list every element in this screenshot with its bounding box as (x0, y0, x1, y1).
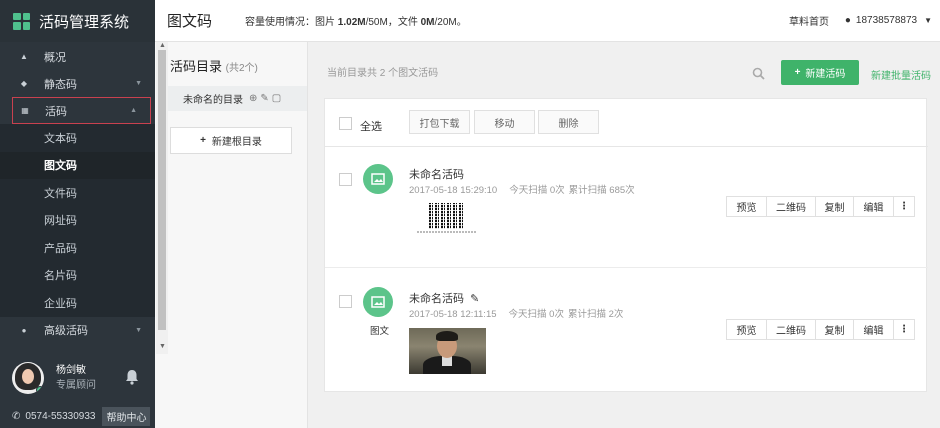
preview-button[interactable]: 预览 (727, 320, 767, 339)
code-name[interactable]: 未命名活码 (409, 166, 464, 182)
plus-icon: + (200, 135, 206, 146)
layers-icon: ◆ (20, 79, 28, 88)
sidebar-sub-card-code[interactable]: 名片码 (0, 261, 155, 289)
more-icon[interactable]: ⋮ (894, 320, 914, 339)
scroll-up-icon[interactable]: ▲ (159, 42, 166, 49)
list-item[interactable]: 未命名活码 2017-05-18 15:29:10 今天扫描 0次 累计扫描 685… (325, 147, 928, 268)
brand[interactable]: 活码管理系统 (0, 0, 155, 42)
home-link[interactable]: 草料首页 (789, 13, 829, 28)
preview-button[interactable]: 预览 (727, 197, 767, 216)
new-code-button[interactable]: + 新建活码 (781, 60, 859, 85)
code-meta: 2017-05-18 12:11:15 今天扫描 0次 累计扫描 2次 (409, 309, 624, 320)
qr-caption (417, 231, 477, 233)
image-text-icon (363, 164, 393, 194)
qr-code-button[interactable]: 二维码 (767, 197, 816, 216)
support-phone: ✆ 0574-55330933 帮助中心 (0, 404, 155, 428)
more-icon[interactable]: ⋮ (894, 197, 914, 216)
sidebar: 活码管理系统 ▲ 概况 ◆ 静态码 ▼ ▦ 活码 ▲ 文本码 图文码 文件码 网… (0, 0, 155, 428)
select-all-label[interactable]: 全选 (360, 118, 382, 134)
directory-title: 活码目录 (共2个) (170, 59, 258, 74)
scrollbar-thumb[interactable] (158, 50, 166, 330)
chevron-up-icon: ▲ (130, 107, 137, 114)
pencil-icon[interactable]: ✎ (470, 293, 479, 305)
edit-button[interactable]: 编辑 (854, 320, 894, 339)
sidebar-item-advanced-code[interactable]: ● 高级活码 ▼ (0, 317, 155, 344)
scroll-down-icon[interactable]: ▼ (159, 343, 166, 350)
trash-icon[interactable]: ▢ (272, 93, 284, 104)
directory-item[interactable]: 未命名的目录 ⊕✎▢ (168, 86, 307, 111)
app-title: 活码管理系统 (39, 13, 130, 31)
help-center-button[interactable]: 帮助中心 (102, 406, 151, 426)
row-checkbox[interactable] (339, 295, 352, 308)
select-all-checkbox[interactable] (339, 117, 352, 130)
download-package-button[interactable]: 打包下载 (409, 110, 470, 134)
new-batch-code-link[interactable]: 新建批量活码 (871, 67, 931, 82)
copy-button[interactable]: 复制 (816, 197, 854, 216)
user-icon: ● (844, 15, 851, 26)
edit-button[interactable]: 编辑 (854, 197, 894, 216)
sidebar-item-live-code[interactable]: ▦ 活码 ▲ (12, 97, 151, 124)
bell-icon[interactable] (125, 369, 139, 385)
row-checkbox[interactable] (339, 173, 352, 186)
qr-code-thumbnail[interactable] (429, 203, 465, 229)
phone-icon: ✆ (12, 410, 21, 422)
row-actions: 预览 二维码 复制 编辑 ⋮ (726, 196, 915, 217)
cube-icon: ● (21, 325, 27, 335)
code-meta: 2017-05-18 15:29:10 今天扫描 0次 累计扫描 685次 (409, 185, 635, 196)
code-type-label: 图文 (370, 326, 390, 337)
app-logo-icon (13, 12, 30, 30)
sidebar-item-overview[interactable]: ▲ 概况 (0, 43, 155, 70)
sidebar-sub-url-code[interactable]: 网址码 (0, 206, 155, 234)
grid-icon: ▦ (21, 106, 29, 115)
qr-code-button[interactable]: 二维码 (767, 320, 816, 339)
chevron-down-icon: ▼ (135, 326, 142, 334)
directory-summary: 当前目录共 2 个图文活码 (327, 68, 439, 79)
chevron-down-icon: ▼ (135, 80, 142, 87)
code-list: 全选 打包下载 移动 删除 未命名活码 2017-05-18 15:29:10 今… (324, 98, 928, 392)
home-icon: ▲ (20, 52, 28, 61)
avatar[interactable] (12, 362, 44, 394)
copy-button[interactable]: 复制 (816, 320, 854, 339)
list-item[interactable]: 图文 未命名活码 ✎ 2017-05-18 12:11:15 今天扫描 0次 累计扫… (325, 269, 928, 391)
search-icon[interactable] (752, 67, 765, 80)
sidebar-sub-image-text-code[interactable]: 图文码 (0, 151, 155, 179)
row-actions: 预览 二维码 复制 编辑 ⋮ (726, 319, 915, 340)
move-button[interactable]: 移动 (474, 110, 535, 134)
top-bar: 图文码 容量使用情况：图片 1.02M/50M，文件 0M/20M。 草料首页 … (155, 0, 940, 42)
directory-scrollbar[interactable]: ▲ ▼ (156, 42, 168, 354)
cover-photo[interactable] (409, 328, 486, 374)
user-panel: 杨剑敏 专属顾问 (0, 352, 155, 404)
image-text-icon (363, 287, 393, 317)
sidebar-sub-product-code[interactable]: 产品码 (0, 234, 155, 262)
user-name: 杨剑敏 (56, 365, 86, 376)
edit-icon[interactable]: ✎ (260, 93, 271, 104)
new-root-directory-button[interactable]: + 新建根目录 (170, 127, 292, 154)
page-title: 图文码 (167, 13, 213, 30)
online-status-icon (36, 386, 44, 394)
sidebar-sub-file-code[interactable]: 文件码 (0, 179, 155, 207)
phone-number: 0574-55330933 (25, 410, 96, 422)
sidebar-sub-company-code[interactable]: 企业码 (0, 289, 155, 317)
delete-button[interactable]: 删除 (538, 110, 599, 134)
code-name[interactable]: 未命名活码 ✎ (409, 290, 479, 306)
caret-down-icon: ▼ (924, 16, 932, 25)
sidebar-sub-text-code[interactable]: 文本码 (0, 124, 155, 152)
user-role: 专属顾问 (56, 380, 96, 391)
sidebar-item-static-code[interactable]: ◆ 静态码 ▼ (0, 70, 155, 97)
add-icon[interactable]: ⊕ (249, 93, 260, 104)
list-toolbar: 全选 打包下载 移动 删除 (325, 99, 928, 147)
plus-icon: + (794, 67, 801, 78)
quota-info: 容量使用情况：图片 1.02M/50M，文件 0M/20M。 (245, 17, 467, 28)
account-menu[interactable]: ● 18738578873 ▼ (845, 15, 932, 26)
